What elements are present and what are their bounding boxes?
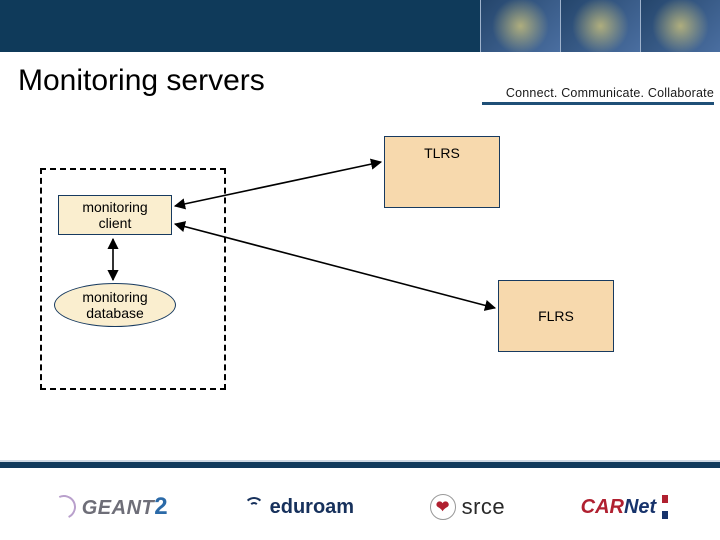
footer-logos: GEANT2 eduroam ❤ srce CARNet (0, 474, 720, 540)
eduroam-text: eduroam (270, 496, 354, 519)
flag-icon (662, 495, 668, 519)
geant-two: 2 (154, 493, 168, 520)
monitoring-database-label: monitoring database (82, 289, 147, 321)
logo-carnet: CARNet (581, 495, 669, 519)
logo-eduroam: eduroam (244, 496, 354, 519)
header-image-2 (560, 0, 640, 52)
tagline-block: Connect. Communicate. Collaborate (482, 86, 714, 105)
tlrs-box: TLRS (384, 136, 500, 208)
monitoring-client-label: monitoring client (82, 199, 147, 231)
logo-geant: GEANT2 (52, 493, 168, 521)
geant-text: GEANT (82, 497, 155, 519)
tagline-underline (482, 102, 714, 105)
heart-icon: ❤ (430, 494, 456, 520)
header-image-3 (640, 0, 720, 52)
slide: Monitoring servers Connect. Communicate.… (0, 0, 720, 540)
carnet-net: Net (624, 496, 656, 518)
header-image-1 (480, 0, 560, 52)
wifi-icon (244, 497, 264, 517)
footer-divider (0, 462, 720, 468)
monitoring-database-ellipse: monitoring database (54, 283, 176, 327)
header-decor (480, 0, 720, 52)
flrs-box: FLRS (498, 280, 614, 352)
tlrs-label: TLRS (424, 145, 460, 161)
geant-swirl-icon (48, 492, 79, 523)
page-title: Monitoring servers (18, 64, 265, 98)
carnet-car: CAR (581, 496, 624, 518)
srce-text: srce (462, 494, 506, 520)
header-band (0, 0, 720, 52)
tagline-text: Connect. Communicate. Collaborate (482, 86, 714, 100)
logo-srce: ❤ srce (430, 494, 506, 520)
monitoring-client-box: monitoring client (58, 195, 172, 235)
flrs-label: FLRS (538, 308, 574, 324)
